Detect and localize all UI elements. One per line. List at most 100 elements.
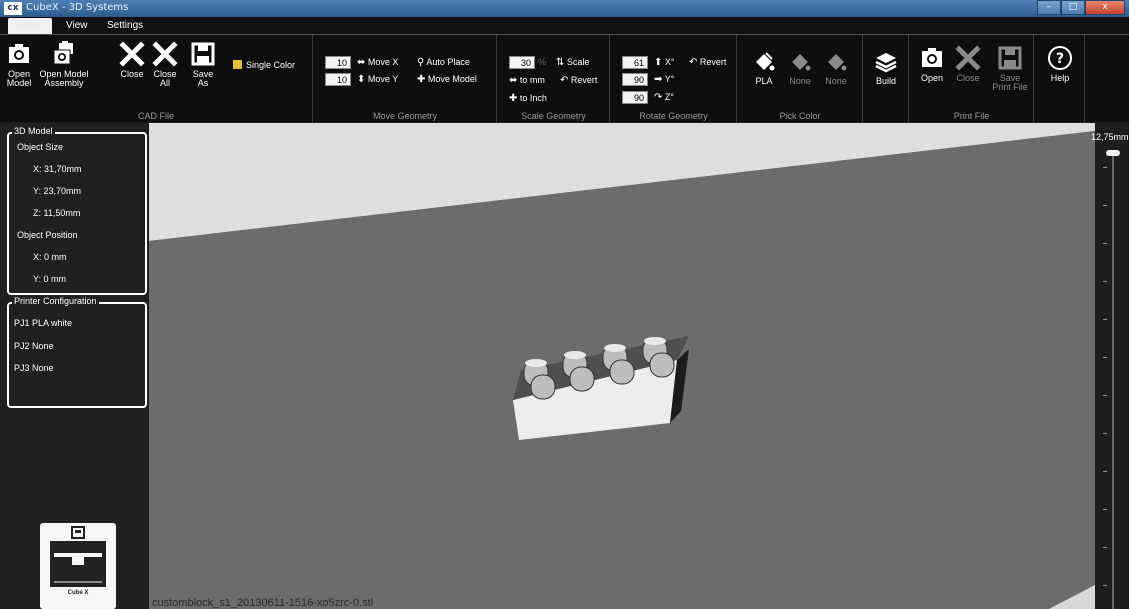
pla-label: PLA xyxy=(755,76,773,86)
printer-panel-title: Printer Configuration xyxy=(12,296,99,306)
height-slider-tick xyxy=(1103,281,1107,282)
group-print-file: Open Close Save Print File Print File xyxy=(910,35,1034,123)
printer-thumbnail[interactable]: Cube X xyxy=(40,523,116,609)
arrow-horizontal-icon: ⬌ xyxy=(509,75,518,86)
move-x-input[interactable]: 10 xyxy=(325,56,351,69)
scale-button[interactable]: ⇅ Scale xyxy=(556,57,589,68)
height-slider-track[interactable] xyxy=(1112,153,1114,609)
single-color-swatch-icon xyxy=(233,60,242,69)
window-title: CubeX - 3D Systems xyxy=(26,2,129,13)
move-y-button[interactable]: ⬍ Move Y xyxy=(357,74,398,85)
close-all-label-2: All xyxy=(159,78,170,88)
save-print-file-label-2: Print File xyxy=(992,82,1028,92)
tab-settings[interactable]: Settings xyxy=(101,18,149,34)
object-size-y: Y: 23,70mm xyxy=(33,186,82,196)
title-bar: cx CubeX - 3D Systems – □ x xyxy=(0,0,1129,17)
pj1-config: PJ1 PLA white xyxy=(14,318,73,328)
left-panel: 3D Model Object Size X: 31,70mm Y: 23,70… xyxy=(0,123,148,609)
build-button[interactable]: Build xyxy=(871,50,901,86)
open-model-button[interactable]: Open Model xyxy=(4,41,34,88)
paint-bucket-dim-icon xyxy=(828,54,847,71)
rotate-x-input[interactable]: 61 xyxy=(622,56,648,69)
rotate-revert-button[interactable]: ↶ Revert xyxy=(689,57,726,68)
move-y-label: Move Y xyxy=(367,74,399,84)
ribbon: Open Model Open Model Assembly Close Clo… xyxy=(0,34,1129,123)
model-info-panel: 3D Model Object Size X: 31,70mm Y: 23,70… xyxy=(7,126,147,295)
paint-bucket-icon xyxy=(756,52,775,71)
rotate-geometry-group-label: Rotate Geometry xyxy=(639,111,708,121)
model-panel-title: 3D Model xyxy=(12,126,55,136)
open-model-label-2: Model xyxy=(6,78,32,88)
tab-view[interactable]: View xyxy=(60,18,94,34)
move-x-button[interactable]: ⬌ Move X xyxy=(357,57,398,68)
scale-arrows-icon: ⇅ xyxy=(556,57,565,68)
arrow-up-down-icon: ⬍ xyxy=(357,74,366,85)
move-y-input[interactable]: 10 xyxy=(325,73,351,86)
scale-revert-label: Revert xyxy=(570,75,598,85)
group-cad-file: Open Model Open Model Assembly Close Clo… xyxy=(0,35,313,123)
close-model-button[interactable]: Close xyxy=(117,41,147,79)
open-model-assembly-button[interactable]: Open Model Assembly xyxy=(38,41,90,88)
rotate-z-button[interactable]: ↷ Z° xyxy=(654,92,674,103)
help-button[interactable]: ? Help xyxy=(1045,45,1075,83)
pick-color-group-label: Pick Color xyxy=(779,111,821,121)
open-model-assembly-label-2: Assembly xyxy=(44,78,84,88)
to-mm-button[interactable]: ⬌ to mm xyxy=(509,75,545,86)
close-all-x-icon xyxy=(152,41,178,67)
minimize-button[interactable]: – xyxy=(1037,0,1061,15)
rotate-z-input[interactable]: 90 xyxy=(622,91,648,104)
close-all-button[interactable]: Close All xyxy=(150,41,180,88)
maximize-button[interactable]: □ xyxy=(1061,0,1085,15)
arrow-left-right-icon: ⬌ xyxy=(357,57,366,68)
height-slider-tick xyxy=(1103,357,1107,358)
height-slider-tick xyxy=(1103,509,1107,510)
rotate-x-button[interactable]: ⬆ X° xyxy=(654,57,675,68)
scale-revert-button[interactable]: ↶ Revert xyxy=(560,75,597,86)
pick-color-none-1-button[interactable]: None xyxy=(786,50,814,86)
object-size-x: X: 31,70mm xyxy=(33,164,82,174)
open-print-file-button[interactable]: Open xyxy=(918,45,946,83)
pick-color-pla-button[interactable]: PLA xyxy=(750,50,778,86)
cad-file-group-label: CAD File xyxy=(137,111,174,121)
tab-home[interactable]: Home xyxy=(8,18,52,34)
move-model-button[interactable]: ✚ Move Model xyxy=(417,74,477,85)
height-slider-label: 12,75mm xyxy=(1091,132,1129,142)
3d-viewport[interactable]: customblock_s1_20130611-1516-xo5zrc-0.st… xyxy=(149,123,1095,609)
object-position-y: Y: 0 mm xyxy=(33,274,67,284)
move-x-label: Move X xyxy=(367,57,399,67)
pick-color-none-2-button[interactable]: None xyxy=(822,50,850,86)
close-print-file-button[interactable]: Close xyxy=(954,45,982,83)
single-color-toggle[interactable]: Single Color xyxy=(233,60,295,70)
app-logo-icon: cx xyxy=(4,2,22,15)
rotate-revert-label: Revert xyxy=(699,57,727,67)
rotate-x-label: X° xyxy=(664,57,675,67)
group-rotate-geometry: 61 90 90 ⬆ X° ➡ Y° ↷ Z° ↶ Revert Rotate … xyxy=(611,35,737,123)
save-as-button[interactable]: Save As xyxy=(188,41,218,88)
arrow-right-icon: ➡ xyxy=(654,74,663,85)
save-print-file-button[interactable]: Save Print File xyxy=(990,45,1030,92)
height-slider-tick xyxy=(1103,167,1107,168)
rotate-y-button[interactable]: ➡ Y° xyxy=(654,74,674,85)
save-as-label-2: As xyxy=(197,78,209,88)
paint-bucket-dim-icon xyxy=(792,54,811,71)
scale-unit: % xyxy=(538,57,547,67)
rotate-z-label: Z° xyxy=(664,92,675,102)
rotate-y-input[interactable]: 90 xyxy=(622,73,648,86)
question-circle-icon: ? xyxy=(1048,46,1072,70)
print-file-group-label: Print File xyxy=(953,111,990,121)
camera-icon xyxy=(9,44,29,63)
object-position-heading: Object Position xyxy=(17,230,78,240)
to-inch-label: to Inch xyxy=(519,93,547,103)
menu-bar: Home View Settings xyxy=(0,17,1129,34)
to-inch-button[interactable]: ✚ to Inch xyxy=(509,93,547,104)
group-build: Build xyxy=(864,35,909,123)
height-slider-tick xyxy=(1103,547,1107,548)
close-window-button[interactable]: x xyxy=(1085,0,1125,15)
auto-place-button[interactable]: ⚲ Auto Place xyxy=(417,57,470,68)
height-slider-tick xyxy=(1103,585,1107,586)
move-geometry-group-label: Move Geometry xyxy=(372,111,438,121)
scale-input[interactable]: 30 xyxy=(509,56,535,69)
close-model-label: Close xyxy=(120,69,144,79)
height-slider-thumb[interactable] xyxy=(1106,150,1120,156)
undo-icon: ↶ xyxy=(689,57,698,68)
